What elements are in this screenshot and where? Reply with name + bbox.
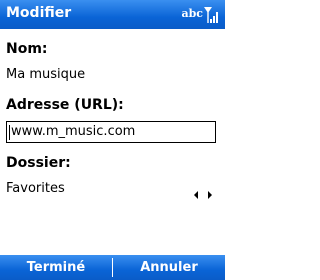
folder-selector[interactable]: Favorites bbox=[6, 181, 65, 196]
text-caret bbox=[9, 125, 10, 140]
left-right-arrows-icon[interactable] bbox=[193, 185, 213, 199]
cancel-softkey[interactable]: Annuler bbox=[113, 255, 225, 280]
title-bar: Modifier abc bbox=[0, 0, 225, 29]
url-field-value: www.m_music.com bbox=[11, 124, 136, 139]
signal-strength-icon bbox=[204, 6, 220, 24]
url-label: Adresse (URL): bbox=[6, 97, 124, 113]
form-content: Nom: Ma musique Adresse (URL): www.m_mus… bbox=[0, 29, 225, 254]
folder-label: Dossier: bbox=[6, 155, 71, 171]
done-softkey[interactable]: Terminé bbox=[0, 255, 112, 280]
page-title: Modifier bbox=[6, 5, 72, 21]
url-field[interactable]: www.m_music.com bbox=[6, 121, 216, 143]
input-mode-indicator: abc bbox=[181, 7, 203, 20]
name-label: Nom: bbox=[6, 41, 48, 57]
softkey-bar: Terminé Annuler bbox=[0, 255, 225, 280]
name-field[interactable]: Ma musique bbox=[6, 67, 85, 82]
